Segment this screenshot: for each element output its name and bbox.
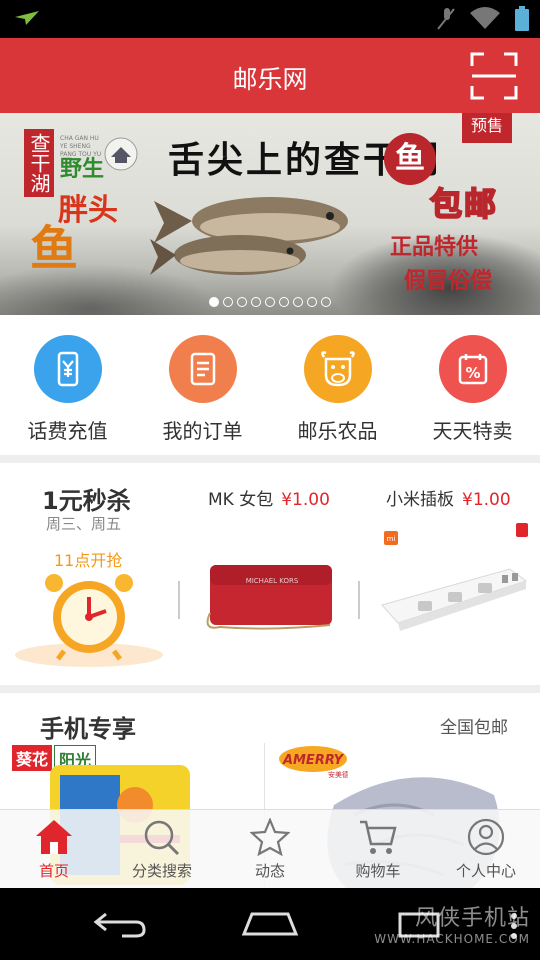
home-icon <box>36 820 72 854</box>
mute-icon <box>437 8 455 30</box>
flash-product-1[interactable]: MK 女包 ¥1.00 <box>208 485 330 510</box>
back-icon[interactable] <box>92 908 148 938</box>
quicknav-farm-products[interactable]: 邮乐农品 <box>270 315 405 455</box>
star-icon <box>250 818 290 856</box>
column-divider <box>178 581 180 619</box>
banner-free-shipping: 包邮 <box>429 184 499 224</box>
tab-label: 购物车 <box>355 862 401 880</box>
quicknav-my-orders[interactable]: 我的订单 <box>135 315 270 455</box>
carousel-dot[interactable] <box>321 297 331 307</box>
temple-logo <box>104 137 138 171</box>
user-icon <box>467 818 505 856</box>
yuan-phone-icon <box>33 335 102 403</box>
product-name: 小米插板 <box>386 490 454 510</box>
carousel-dot[interactable] <box>307 297 317 307</box>
mi-logo-partial <box>516 523 528 537</box>
bottom-tab-bar: 首页 分类搜索 动态 购物车 个人中心 <box>0 809 540 888</box>
section-divider <box>0 685 540 693</box>
quicknav-phone-recharge[interactable]: 话费充值 <box>0 315 135 455</box>
mobile-exclusive-title: 手机专享 <box>40 715 136 743</box>
banner-genuine-label: 正品特供 <box>390 234 479 260</box>
status-bar <box>0 0 540 38</box>
carousel-dot[interactable] <box>293 297 303 307</box>
section-divider <box>0 455 540 463</box>
paper-plane-icon <box>15 11 39 25</box>
column-divider <box>358 581 360 619</box>
tab-profile[interactable]: 个人中心 <box>432 810 540 888</box>
watermark-url: WWW.HACKHOME.COM <box>374 932 530 946</box>
cart-icon <box>360 820 397 854</box>
tab-home[interactable]: 首页 <box>0 810 108 888</box>
promo-banner[interactable]: 查干湖 CHA GAN HU YE SHENG PANG TOU YU 野生 胖… <box>0 113 540 315</box>
carousel-dot[interactable] <box>265 297 275 307</box>
quicknav-daily-deals[interactable]: % 天天特卖 <box>405 315 540 455</box>
banner-fish-label: 鱼 <box>30 221 79 277</box>
nationwide-free-shipping[interactable]: 全国包邮 <box>440 713 508 738</box>
banner-lake-name: 查干湖 <box>24 129 54 197</box>
quicknav-label: 话费充值 <box>27 419 108 443</box>
carousel-dot[interactable] <box>237 297 247 307</box>
svg-text:%: % <box>465 364 480 382</box>
presale-badge: 预售 <box>462 113 512 143</box>
product-price: ¥1.00 <box>281 490 330 510</box>
carousel-dot[interactable] <box>223 297 233 307</box>
tab-label: 分类搜索 <box>131 862 192 880</box>
watermark: 风侠手机站 WWW.HACKHOME.COM <box>374 900 530 946</box>
flash-sale-start-time: 11点开抢 <box>54 551 123 570</box>
battery-icon <box>515 6 529 31</box>
product-name: MK 女包 <box>208 490 274 510</box>
banner-refund-label: 假冒俗偿 <box>404 268 493 294</box>
carousel-dot[interactable] <box>279 297 289 307</box>
wallet-image[interactable]: MICHAEL KORS <box>200 561 340 637</box>
quicknav-label: 天天特卖 <box>432 419 513 443</box>
tab-label: 个人中心 <box>455 862 516 880</box>
mi-logo: mi <box>384 531 398 545</box>
page-title: 邮乐网 <box>232 65 308 94</box>
banner-seal: 鱼 <box>384 133 436 185</box>
wallet-brand: MICHAEL KORS <box>246 577 299 585</box>
product-price: ¥1.00 <box>462 490 511 510</box>
quick-nav: 话费充值 我的订单 邮乐农品 % 天天特卖 <box>0 315 540 455</box>
flash-sale-days: 周三、周五 <box>46 515 122 533</box>
tab-label: 动态 <box>254 862 285 880</box>
power-strip-image[interactable] <box>378 561 540 637</box>
flash-sale-title[interactable]: 1元秒杀 <box>42 481 131 516</box>
quicknav-label: 邮乐农品 <box>297 419 378 443</box>
carousel-dot[interactable] <box>209 297 219 307</box>
flash-product-2[interactable]: 小米插板 ¥1.00 <box>386 485 511 510</box>
cow-icon <box>303 335 372 403</box>
tab-label: 首页 <box>38 862 69 880</box>
wifi-icon <box>470 7 500 29</box>
search-icon <box>144 820 180 856</box>
scan-qr-icon[interactable] <box>470 52 518 100</box>
tab-category-search[interactable]: 分类搜索 <box>108 810 216 888</box>
mi-logo-text: mi <box>387 535 396 543</box>
discount-calendar-icon: % <box>438 335 507 403</box>
banner-wild-label: 野生 <box>60 156 105 182</box>
tab-activity[interactable]: 动态 <box>216 810 324 888</box>
carousel-dot[interactable] <box>251 297 261 307</box>
app-header: 邮乐网 <box>0 38 540 113</box>
watermark-title: 风侠手机站 <box>414 906 530 931</box>
home-button-icon[interactable] <box>240 908 300 938</box>
order-list-icon <box>168 335 237 403</box>
fish-illustration <box>150 197 348 275</box>
flash-sale-section: 1元秒杀 周三、周五 11点开抢 MK 女包 ¥1.00 MICHAEL KORS… <box>0 463 540 685</box>
carousel-indicator[interactable] <box>0 297 540 307</box>
quicknav-label: 我的订单 <box>162 419 243 443</box>
alarm-clock-icon <box>15 574 163 667</box>
tab-cart[interactable]: 购物车 <box>324 810 432 888</box>
